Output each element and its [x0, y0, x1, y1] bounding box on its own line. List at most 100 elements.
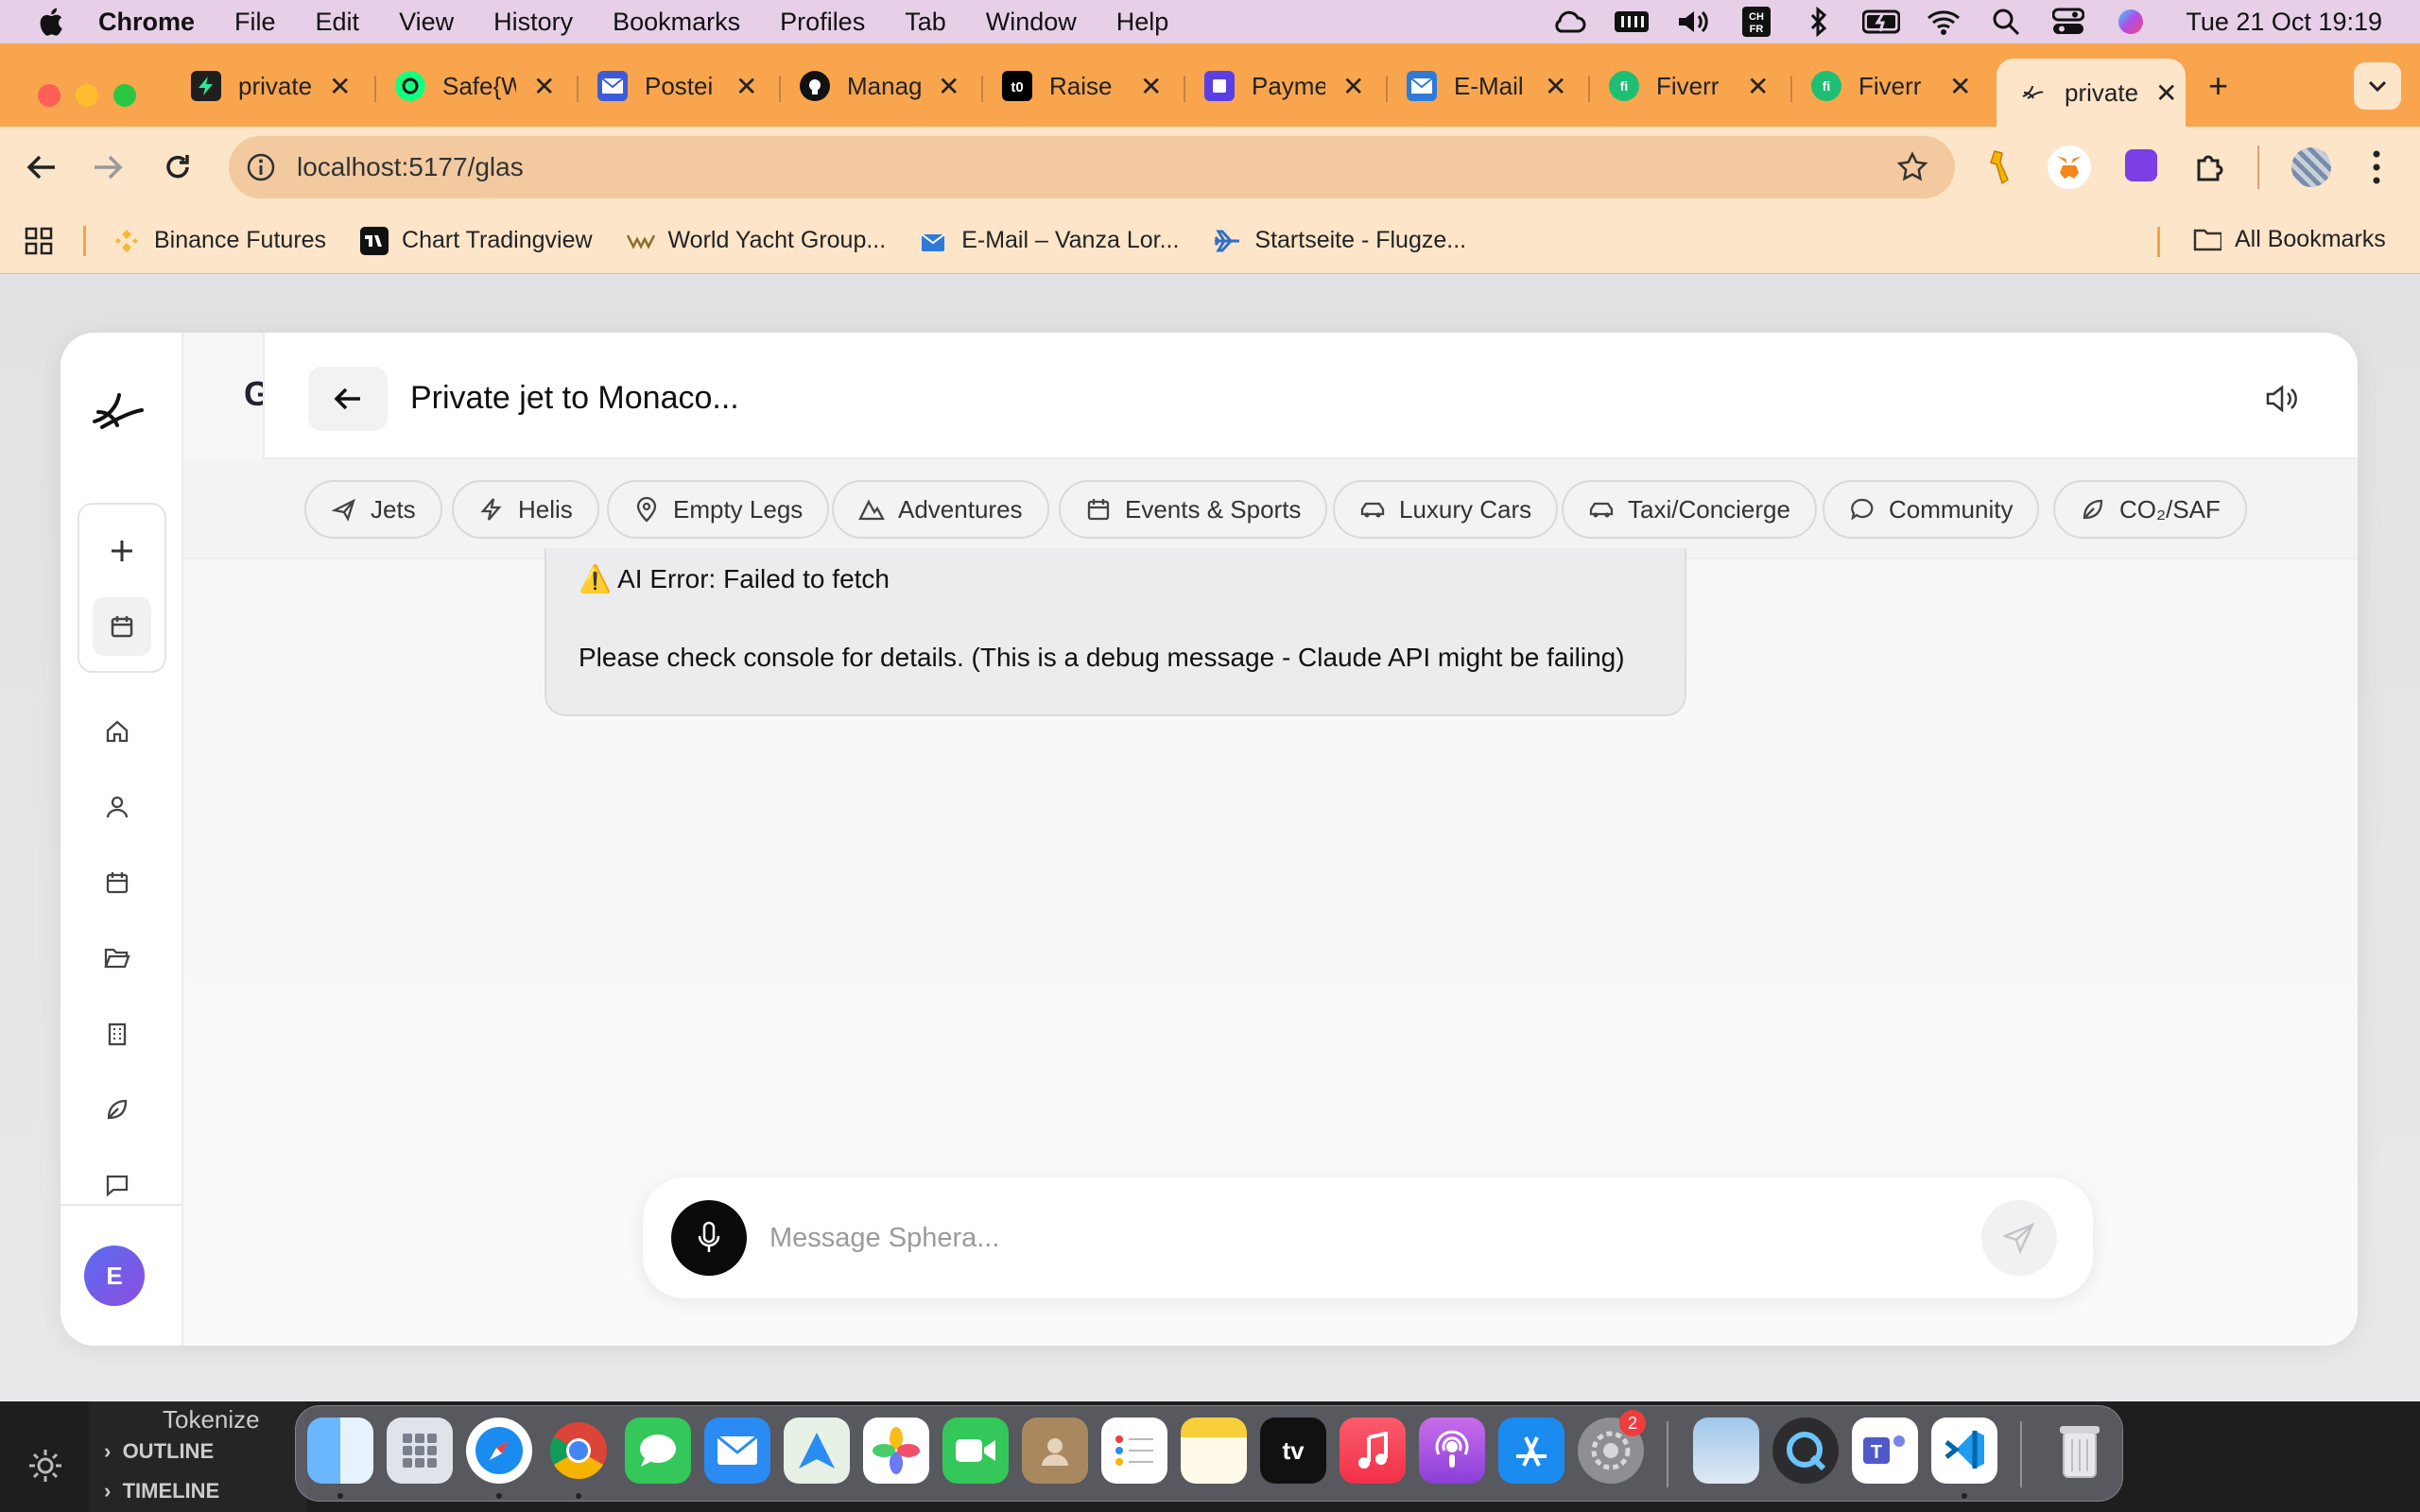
window-close-button[interactable]: [38, 84, 60, 107]
podcasts-icon[interactable]: [1419, 1418, 1485, 1484]
launchpad-icon[interactable]: [387, 1418, 453, 1484]
window-zoom-button[interactable]: [113, 84, 136, 107]
tab-close-icon[interactable]: ✕: [329, 71, 351, 102]
vscode-file-label[interactable]: Tokenize: [163, 1405, 260, 1435]
all-bookmarks-button[interactable]: All Bookmarks: [2193, 225, 2386, 253]
control-center-icon[interactable]: [2049, 8, 2087, 36]
messages-nav-button[interactable]: [98, 1166, 136, 1204]
notes-icon[interactable]: [1181, 1418, 1247, 1484]
url-text[interactable]: localhost:5177/glas: [297, 152, 524, 182]
memory-icon[interactable]: [1613, 8, 1651, 36]
vscode-icon[interactable]: [1931, 1418, 1997, 1484]
tab-close-icon[interactable]: ✕: [1140, 71, 1162, 102]
browser-tab[interactable]: Payme ✕: [1204, 57, 1364, 115]
browser-tab[interactable]: private ✕: [191, 57, 351, 115]
bluetooth-icon[interactable]: [1800, 7, 1838, 37]
messages-icon[interactable]: [625, 1418, 691, 1484]
home-nav-button[interactable]: [98, 713, 136, 750]
sustainability-nav-button[interactable]: [98, 1091, 136, 1128]
tab-close-icon[interactable]: ✕: [1342, 71, 1364, 102]
speaker-icon[interactable]: [2263, 380, 2301, 418]
apps-grid-icon[interactable]: [25, 227, 53, 255]
menu-app-name[interactable]: Chrome: [98, 8, 195, 37]
teams-icon[interactable]: T: [1852, 1418, 1918, 1484]
address-bar[interactable]: localhost:5177/glas: [229, 136, 1955, 198]
calendar-button[interactable]: [93, 597, 151, 656]
facetime-icon[interactable]: [942, 1418, 1009, 1484]
new-chat-button[interactable]: [93, 522, 151, 580]
gear-icon[interactable]: [26, 1447, 64, 1485]
new-tab-button[interactable]: +: [2208, 66, 2228, 106]
photos-icon[interactable]: [863, 1418, 929, 1484]
vscode-timeline-section[interactable]: › TIMELINE: [104, 1479, 219, 1503]
site-info-icon[interactable]: [246, 152, 276, 182]
chip-empty-legs[interactable]: Empty Legs: [607, 480, 830, 539]
app-store-icon[interactable]: [1498, 1418, 1564, 1484]
volume-icon[interactable]: [1675, 8, 1713, 36]
calendar-nav-button[interactable]: [98, 864, 136, 902]
menu-file[interactable]: File: [234, 8, 276, 37]
extension-purple-icon[interactable]: [2125, 149, 2157, 181]
profile-avatar-icon[interactable]: [2291, 147, 2331, 187]
menu-history[interactable]: History: [493, 8, 573, 37]
spotlight-search-icon[interactable]: [1987, 8, 2025, 36]
preview-icon[interactable]: [1693, 1418, 1759, 1484]
wifi-icon[interactable]: [1925, 8, 1962, 36]
menu-bookmarks[interactable]: Bookmarks: [613, 8, 740, 37]
browser-tab[interactable]: fi Fiverr ✕: [1609, 57, 1769, 115]
menu-view[interactable]: View: [399, 8, 454, 37]
bookmark-item[interactable]: Binance Futures: [112, 227, 326, 255]
menu-tab[interactable]: Tab: [905, 8, 946, 37]
bookmark-item[interactable]: E-Mail – Vanza Lor...: [920, 227, 1179, 255]
tab-close-icon[interactable]: ✕: [2155, 77, 2177, 109]
tab-close-icon[interactable]: ✕: [938, 71, 959, 102]
tab-close-icon[interactable]: ✕: [1545, 71, 1566, 102]
browser-tab[interactable]: Manag ✕: [800, 57, 959, 115]
tab-close-icon[interactable]: ✕: [1747, 71, 1769, 102]
menu-kebab-icon[interactable]: [2371, 149, 2382, 185]
browser-tab[interactable]: Safe{W ✕: [395, 57, 555, 115]
apple-tv-icon[interactable]: tv: [1260, 1418, 1326, 1484]
chip-events-sports[interactable]: Events & Sports: [1059, 480, 1328, 539]
window-minimize-button[interactable]: [76, 84, 98, 107]
maps-icon[interactable]: [784, 1418, 850, 1484]
forward-arrow-icon[interactable]: [93, 153, 123, 181]
tab-close-icon[interactable]: ✕: [1949, 71, 1971, 102]
trash-icon[interactable]: [2047, 1418, 2113, 1484]
vscode-outline-section[interactable]: › OUTLINE: [104, 1439, 214, 1464]
chip-adventures[interactable]: Adventures: [832, 480, 1049, 539]
bookmark-item[interactable]: World Yacht Group...: [626, 227, 886, 255]
menu-edit[interactable]: Edit: [316, 8, 360, 37]
message-input[interactable]: [769, 1210, 1866, 1266]
back-arrow-icon[interactable]: [26, 153, 57, 181]
extension-key-icon[interactable]: [1985, 149, 2014, 185]
siri-icon[interactable]: [2112, 8, 2150, 36]
menu-profiles[interactable]: Profiles: [780, 8, 865, 37]
menubar-clock[interactable]: Tue 21 Oct 19:19: [2186, 8, 2382, 37]
back-button[interactable]: [308, 367, 388, 431]
bookmark-item[interactable]: Chart Tradingview: [360, 226, 593, 255]
chrome-icon[interactable]: [545, 1418, 612, 1484]
browser-tab[interactable]: Postei ✕: [597, 57, 757, 115]
music-icon[interactable]: [1340, 1418, 1406, 1484]
mail-app-icon[interactable]: [704, 1418, 770, 1484]
extensions-puzzle-icon[interactable]: [2193, 149, 2227, 183]
quicktime-icon[interactable]: [1772, 1418, 1839, 1484]
files-nav-button[interactable]: [98, 939, 136, 977]
mic-button[interactable]: [671, 1200, 747, 1276]
chip-jets[interactable]: Jets: [304, 480, 442, 539]
metamask-icon[interactable]: [2048, 146, 2091, 189]
company-nav-button[interactable]: [98, 1015, 136, 1053]
menu-window[interactable]: Window: [986, 8, 1077, 37]
brand-logo-icon[interactable]: [89, 380, 155, 437]
tab-close-icon[interactable]: ✕: [735, 71, 757, 102]
apple-icon[interactable]: [36, 6, 64, 38]
browser-tab[interactable]: E-Mail ✕: [1407, 57, 1566, 115]
tab-close-icon[interactable]: ✕: [533, 71, 555, 102]
menu-help[interactable]: Help: [1116, 8, 1169, 37]
browser-tab[interactable]: t0 Raise ✕: [1002, 57, 1162, 115]
cloud-sync-icon[interactable]: [1550, 8, 1588, 36]
finder-icon[interactable]: [307, 1418, 373, 1484]
send-button[interactable]: [1981, 1200, 2057, 1276]
profile-nav-button[interactable]: [98, 788, 136, 826]
